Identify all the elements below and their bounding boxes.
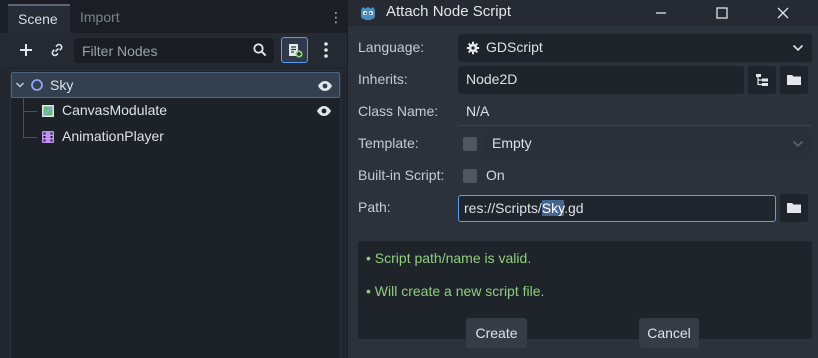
chevron-down-icon bbox=[792, 44, 804, 52]
builtin-script-label: Built-in Script: bbox=[358, 167, 445, 183]
language-value: GDScript bbox=[486, 39, 543, 55]
dock-tab-bar: Scene Import ⋮ bbox=[0, 0, 347, 33]
language-label: Language: bbox=[358, 39, 425, 55]
link-icon bbox=[51, 43, 63, 57]
path-input[interactable]: res://Scripts/Sky.gd bbox=[458, 195, 776, 222]
dialog-title-bar: Attach Node Script bbox=[348, 0, 818, 26]
path-selected-text: Sky bbox=[541, 200, 565, 216]
folder-icon bbox=[787, 203, 801, 213]
validation-message: • Script path/name is valid. bbox=[366, 250, 531, 266]
maximize-button[interactable] bbox=[707, 1, 737, 25]
validation-messages: • Script path/name is valid. • Will crea… bbox=[358, 241, 812, 339]
path-prefix: res://Scripts/ bbox=[464, 200, 542, 216]
template-value: Empty bbox=[492, 135, 532, 151]
maximize-icon bbox=[716, 7, 728, 19]
class-name-value: N/A bbox=[466, 103, 490, 119]
attach-node-script-dialog: Attach Node Script Language: GDScript In… bbox=[347, 0, 818, 358]
script-add-icon bbox=[288, 44, 303, 58]
scene-dock: Scene Import ⋮ Filter Nodes Sky CanvasMo… bbox=[0, 0, 347, 358]
builtin-script-on-label: On bbox=[486, 167, 505, 183]
browse-class-button[interactable] bbox=[748, 66, 776, 94]
dialog-title: Attach Node Script bbox=[386, 3, 512, 20]
path-label: Path: bbox=[358, 199, 391, 215]
browse-file-button[interactable] bbox=[780, 66, 808, 94]
tree-item-animationplayer[interactable]: AnimationPlayer bbox=[11, 124, 340, 150]
attach-script-button[interactable] bbox=[281, 37, 308, 63]
canvas-modulate-icon bbox=[42, 105, 54, 117]
node2d-icon bbox=[31, 79, 43, 91]
tree-item-label: AnimationPlayer bbox=[62, 128, 164, 144]
instantiate-scene-button[interactable] bbox=[45, 38, 69, 62]
minimize-button[interactable] bbox=[646, 1, 676, 25]
close-icon bbox=[777, 7, 789, 19]
filter-nodes-input[interactable] bbox=[82, 38, 242, 63]
template-label: Template: bbox=[358, 135, 419, 151]
inherits-value: Node2D bbox=[466, 71, 518, 87]
tree-item-canvasmodulate[interactable]: CanvasModulate bbox=[11, 98, 340, 124]
filter-nodes-field bbox=[74, 38, 274, 63]
bullet: • bbox=[366, 283, 371, 299]
chevron-down-icon bbox=[792, 140, 804, 148]
bullet: • bbox=[366, 250, 371, 266]
search-icon[interactable] bbox=[252, 42, 268, 58]
tab-import[interactable]: Import bbox=[70, 4, 130, 33]
builtin-script-checkbox[interactable] bbox=[463, 169, 477, 183]
path-value: res://Scripts/Sky.gd bbox=[464, 200, 584, 216]
class-tree-icon bbox=[756, 74, 768, 86]
folder-icon bbox=[787, 75, 801, 85]
animation-player-icon bbox=[42, 131, 54, 143]
cancel-button[interactable]: Cancel bbox=[639, 318, 699, 348]
class-name-field: N/A bbox=[458, 98, 812, 126]
tree-item-sky[interactable]: Sky bbox=[11, 72, 340, 98]
path-suffix: .gd bbox=[564, 200, 584, 216]
validation-message-text: Script path/name is valid. bbox=[374, 250, 532, 266]
create-button[interactable]: Create bbox=[466, 318, 527, 348]
visibility-eye-icon[interactable] bbox=[317, 78, 333, 94]
inherits-label: Inherits: bbox=[358, 71, 408, 87]
tree-item-label: CanvasModulate bbox=[62, 102, 168, 118]
visibility-eye-icon[interactable] bbox=[316, 103, 332, 119]
scene-tree: Sky CanvasModulate AnimationPlayer bbox=[10, 70, 341, 358]
close-button[interactable] bbox=[768, 1, 798, 25]
language-select[interactable]: GDScript bbox=[458, 34, 812, 62]
gear-icon bbox=[466, 41, 480, 55]
dialog-body: Language: GDScript Inherits: Node2D Clas… bbox=[352, 30, 814, 352]
validation-message: • Will create a new script file. bbox=[366, 283, 544, 299]
path-browse-button[interactable] bbox=[780, 194, 808, 222]
inherits-field[interactable]: Node2D bbox=[458, 66, 744, 94]
class-name-label: Class Name: bbox=[358, 103, 439, 119]
plus-icon bbox=[20, 44, 32, 56]
godot-logo-icon bbox=[361, 7, 375, 20]
chevron-down-icon[interactable] bbox=[15, 80, 25, 90]
template-select: Empty bbox=[484, 130, 812, 158]
add-node-button[interactable] bbox=[14, 38, 38, 62]
template-checkbox[interactable] bbox=[463, 137, 477, 151]
tree-item-label: Sky bbox=[50, 77, 74, 93]
tab-scene[interactable]: Scene bbox=[8, 4, 70, 33]
minimize-icon bbox=[656, 12, 666, 14]
scene-options-button[interactable] bbox=[314, 38, 338, 62]
kebab-menu-icon bbox=[324, 42, 328, 58]
validation-message-text: Will create a new script file. bbox=[374, 283, 545, 299]
dock-menu-icon[interactable]: ⋮ bbox=[329, 8, 343, 26]
